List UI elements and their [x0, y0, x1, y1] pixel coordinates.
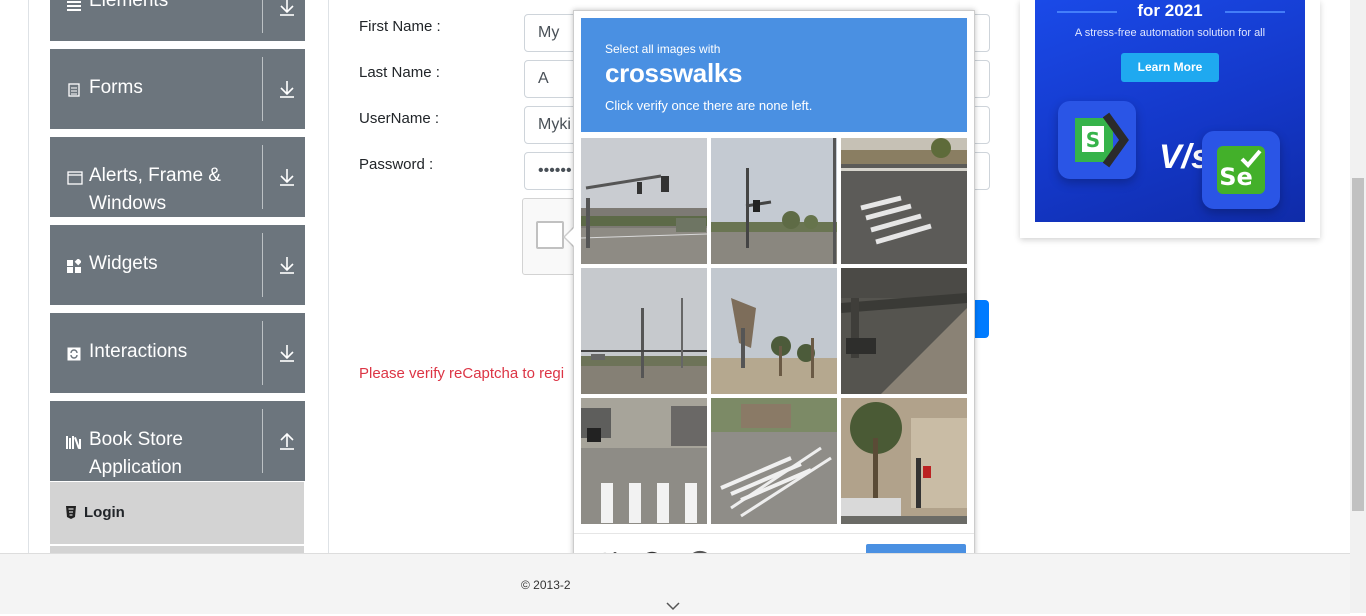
download-arrow-icon[interactable]	[278, 79, 296, 99]
separator	[262, 233, 263, 297]
password-value: ••••••	[538, 162, 572, 179]
accordion-title: Interactions	[89, 341, 188, 362]
sidebar-item-label: Login	[84, 504, 125, 521]
password-label: Password :	[359, 156, 434, 173]
captcha-tile-9[interactable]	[841, 398, 967, 524]
download-arrow-icon[interactable]	[278, 0, 296, 17]
captcha-header: Select all images with crosswalks Click …	[581, 18, 967, 132]
captcha-pointer-fill	[565, 227, 575, 247]
katalon-logo-icon: S	[1058, 101, 1136, 179]
download-arrow-icon[interactable]	[278, 343, 296, 363]
separator	[262, 0, 263, 33]
html5-icon	[65, 506, 77, 522]
interactions-icon	[67, 347, 81, 361]
captcha-tile-5[interactable]	[711, 268, 837, 394]
username-value: Myki	[538, 116, 571, 133]
download-arrow-icon[interactable]	[278, 167, 296, 187]
accordion-interactions[interactable]: Interactions	[50, 313, 305, 393]
page: Elements Forms Alerts, Frame & Windows W…	[0, 0, 1350, 592]
sidebar: Elements Forms Alerts, Frame & Windows W…	[50, 0, 305, 553]
accordion-title: Book Store	[89, 429, 183, 450]
widgets-icon	[67, 258, 82, 273]
accordion-alerts-frame-windows[interactable]: Alerts, Frame & Windows	[50, 137, 305, 217]
captcha-tile-1[interactable]	[581, 138, 707, 264]
document-icon	[67, 83, 81, 97]
separator	[262, 409, 263, 473]
captcha-target-word: crosswalks	[605, 58, 743, 88]
first-name-value: My	[538, 24, 560, 41]
accordion-title-line2: Application	[89, 457, 182, 478]
sidebar-item-login[interactable]: Login	[50, 482, 304, 544]
first-name-label: First Name :	[359, 18, 441, 35]
captcha-tile-8[interactable]	[711, 398, 837, 524]
sidebar-item[interactable]	[50, 546, 304, 553]
accordion-title-line2: Windows	[89, 193, 167, 214]
ad-banner[interactable]: for 2021 A stress-free automation soluti…	[1035, 0, 1305, 222]
page-footer: © 2013-2	[0, 553, 1350, 614]
last-name-label: Last Name :	[359, 64, 440, 81]
recaptcha-challenge-dialog: Select all images with crosswalks Click …	[573, 10, 975, 592]
accordion-title: Alerts, Frame &	[89, 165, 221, 186]
chevron-down-icon[interactable]	[666, 598, 680, 611]
list-icon	[67, 0, 81, 13]
recaptcha-error-message: Please verify reCaptcha to regi	[359, 365, 565, 382]
last-name-value: A	[538, 70, 549, 87]
content-divider	[328, 0, 329, 553]
download-arrow-icon[interactable]	[278, 255, 296, 275]
captcha-image-grid	[581, 138, 971, 528]
copyright-text: © 2013-2	[521, 578, 571, 592]
accordion-elements[interactable]: Elements	[50, 0, 305, 41]
accordion-title: Forms	[89, 77, 143, 98]
window-icon	[67, 171, 83, 185]
accordion-widgets[interactable]: Widgets	[50, 225, 305, 305]
left-divider	[28, 0, 29, 553]
captcha-instruction: Select all images with	[605, 42, 721, 56]
upload-arrow-icon[interactable]	[278, 431, 296, 451]
scrollbar-thumb[interactable]	[1352, 178, 1364, 511]
username-label: UserName :	[359, 110, 440, 127]
ad-title: for 2021	[1137, 1, 1203, 20]
recaptcha-checkbox[interactable]	[536, 221, 564, 249]
ad-learn-more-button[interactable]: Learn More	[1121, 53, 1219, 82]
captcha-hint: Click verify once there are none left.	[605, 98, 813, 113]
separator	[262, 57, 263, 121]
captcha-tile-4[interactable]	[581, 268, 707, 394]
ad-subtitle: A stress-free automation solution for al…	[1074, 27, 1266, 39]
captcha-tile-7[interactable]	[581, 398, 707, 524]
books-icon	[66, 435, 84, 449]
svg-text:S: S	[1086, 128, 1100, 152]
selenium-logo-icon: Se	[1202, 131, 1280, 209]
captcha-tile-2[interactable]	[711, 138, 837, 264]
accordion-title: Widgets	[89, 253, 158, 274]
accordion-title: Elements	[89, 0, 169, 11]
accordion-forms[interactable]: Forms	[50, 49, 305, 129]
separator	[262, 145, 263, 209]
vertical-scrollbar[interactable]	[1350, 0, 1366, 613]
captcha-tile-6[interactable]	[841, 268, 967, 394]
captcha-tile-3[interactable]	[841, 138, 967, 264]
separator	[262, 321, 263, 385]
accordion-book-store-application[interactable]: Book Store Application	[50, 401, 305, 481]
